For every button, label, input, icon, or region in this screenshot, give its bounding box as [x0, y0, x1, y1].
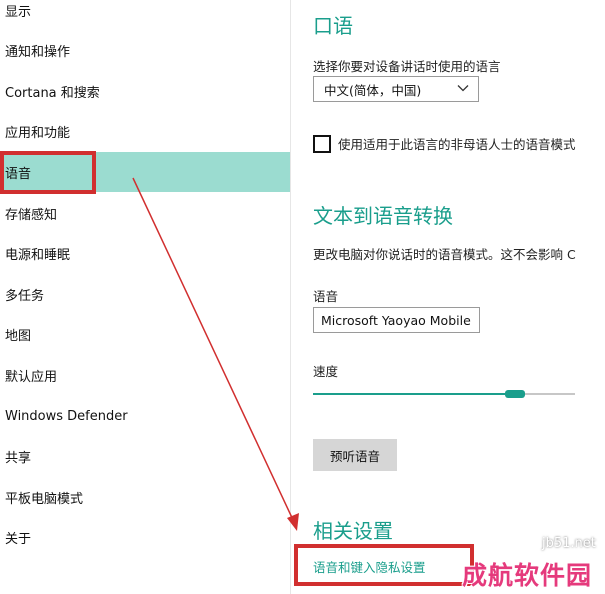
- speed-slider[interactable]: [313, 390, 575, 398]
- tts-section-title: 文本到语音转换: [313, 204, 453, 228]
- nonnative-speech-checkbox[interactable]: [313, 135, 331, 153]
- speech-privacy-link[interactable]: 语音和键入隐私设置: [313, 557, 426, 576]
- sidebar-item-maps[interactable]: 地图: [0, 314, 290, 354]
- sidebar-item-tablet-mode[interactable]: 平板电脑模式: [0, 477, 290, 517]
- sidebar-item-cortana[interactable]: Cortana 和搜索: [0, 71, 290, 111]
- sidebar-item-default-apps[interactable]: 默认应用: [0, 355, 290, 395]
- sidebar-item-label: 默认应用: [5, 369, 58, 385]
- sidebar-item-sharing[interactable]: 共享: [0, 436, 290, 476]
- chevron-down-icon: [457, 85, 469, 92]
- sidebar-item-label: 通知和操作: [5, 44, 71, 60]
- sidebar-item-label: 语音: [5, 166, 32, 182]
- sidebar-item-label: 共享: [5, 450, 32, 466]
- speech-section-title: 口语: [313, 14, 353, 38]
- sidebar-item-notifications[interactable]: 通知和操作: [0, 30, 290, 70]
- sidebar-item-multitasking[interactable]: 多任务: [0, 274, 290, 314]
- watermark-site: jb51.net: [542, 536, 596, 551]
- sidebar-item-speech[interactable]: 语音: [0, 152, 290, 192]
- settings-content: 口语 选择你要对设备讲话时使用的语言 中文(简体，中国) 使用适用于此语言的非母…: [291, 0, 605, 594]
- speech-language-description: 选择你要对设备讲话时使用的语言: [313, 59, 501, 74]
- speech-language-select[interactable]: 中文(简体，中国): [313, 76, 479, 102]
- sidebar-item-label: 存储感知: [5, 207, 58, 223]
- nonnative-speech-label: 使用适用于此语言的非母语人士的语音模式: [338, 137, 576, 152]
- tts-description: 更改电脑对你说话时的语音模式。这不会影响 C: [313, 247, 576, 262]
- voice-value: Microsoft Yaoyao Mobile: [321, 312, 471, 328]
- speed-label: 速度: [313, 364, 339, 379]
- preview-voice-button[interactable]: 预听语音: [313, 439, 397, 471]
- sidebar-item-label: 地图: [5, 328, 32, 344]
- sidebar-item-windows-defender[interactable]: Windows Defender: [0, 396, 290, 436]
- sidebar-item-label: 平板电脑模式: [5, 491, 84, 507]
- sidebar-item-label: 显示: [5, 4, 32, 20]
- voice-label: 语音: [313, 289, 339, 304]
- sidebar-item-about[interactable]: 关于: [0, 517, 290, 557]
- sidebar-item-apps[interactable]: 应用和功能: [0, 111, 290, 151]
- watermark-logo: 成航软件园: [462, 561, 593, 590]
- sidebar-item-label: 电源和睡眠: [5, 247, 71, 263]
- sidebar-item-display[interactable]: 显示: [0, 0, 290, 30]
- speech-language-value: 中文(简体，中国): [324, 82, 422, 98]
- sidebar-item-power[interactable]: 电源和睡眠: [0, 233, 290, 273]
- voice-select[interactable]: Microsoft Yaoyao Mobile: [313, 307, 480, 333]
- sidebar-item-label: Windows Defender: [5, 408, 128, 424]
- speed-slider-thumb[interactable]: [504, 390, 525, 398]
- speed-slider-fill: [313, 393, 515, 395]
- settings-sidebar: 显示 通知和操作 Cortana 和搜索 应用和功能 语音 存储感知 电源和睡眠…: [0, 0, 290, 594]
- sidebar-item-label: 多任务: [5, 288, 45, 304]
- sidebar-item-label: 关于: [5, 531, 32, 547]
- sidebar-item-storage[interactable]: 存储感知: [0, 193, 290, 233]
- sidebar-item-label: 应用和功能: [5, 125, 71, 141]
- sidebar-item-label: Cortana 和搜索: [5, 85, 100, 101]
- related-settings-title: 相关设置: [313, 519, 393, 543]
